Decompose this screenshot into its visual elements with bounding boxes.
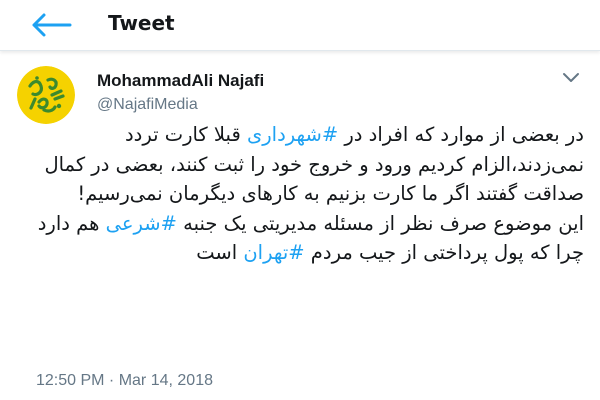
back-button[interactable] — [30, 11, 74, 39]
tweet-menu-button[interactable] — [560, 70, 582, 86]
tweet-paragraph-2: این موضوع صرف نظر از مسئله مدیریتی یک جن… — [14, 209, 584, 268]
hashtag-link[interactable]: #شهرداری — [247, 123, 338, 146]
author-display-name[interactable]: MohammadAli Najafi — [97, 70, 264, 92]
arrow-left-icon — [32, 13, 72, 37]
logo-avatar-icon — [17, 66, 75, 124]
top-bar: Tweet — [0, 0, 600, 51]
author-block[interactable]: MohammadAli Najafi @NajafiMedia — [97, 70, 264, 116]
avatar[interactable] — [17, 66, 75, 124]
tweet-paragraph-1: در بعضی از موارد که افراد در #شهرداری قب… — [14, 120, 584, 209]
chevron-down-icon — [563, 73, 579, 82]
tweet-text: در بعضی از موارد که افراد در #شهرداری قب… — [14, 120, 584, 268]
hashtag-link[interactable]: #تهران — [243, 241, 304, 264]
hashtag-link[interactable]: #شرعی — [106, 212, 177, 235]
tweet-card: MohammadAli Najafi @NajafiMedia در بعضی … — [0, 58, 600, 400]
text-segment: است — [196, 241, 244, 264]
tweet-timestamp[interactable]: 12:50 PM · Mar 14, 2018 — [36, 372, 213, 390]
text-segment: این موضوع صرف نظر از مسئله مدیریتی یک جن… — [176, 211, 584, 235]
author-handle[interactable]: @NajafiMedia — [97, 94, 264, 116]
page-title: Tweet — [108, 11, 175, 35]
text-segment: در بعضی از موارد که افراد در — [338, 123, 584, 146]
